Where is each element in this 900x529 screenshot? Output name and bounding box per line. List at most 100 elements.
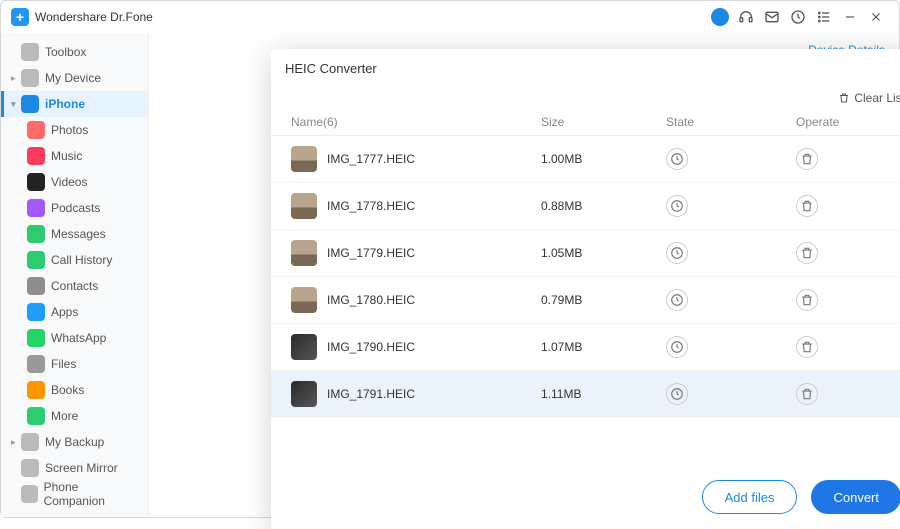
sidebar-item-iphone[interactable]: ▾ iPhone xyxy=(1,91,148,117)
sidebar-item-label: Files xyxy=(51,357,76,371)
chevron-icon: ▾ xyxy=(11,99,21,110)
sidebar-item-label: Photos xyxy=(51,123,88,137)
sidebar-item-whatsapp[interactable]: WhatsApp xyxy=(1,325,148,351)
clear-list-button[interactable]: Clear List xyxy=(838,91,900,105)
backup-icon xyxy=(21,433,39,451)
sidebar-item-label: More xyxy=(51,409,78,423)
clock-icon xyxy=(666,242,688,264)
sidebar-item-label: Books xyxy=(51,383,84,397)
titlebar: + Wondershare Dr.Fone xyxy=(1,1,899,33)
clock-icon xyxy=(666,383,688,405)
table-row[interactable]: IMG_1780.HEIC0.79MB xyxy=(271,277,900,324)
sidebar-item-books[interactable]: Books xyxy=(1,377,148,403)
sidebar-item-label: My Device xyxy=(45,71,101,85)
convert-button[interactable]: Convert xyxy=(811,480,900,514)
table-header: Name(6) Size State Operate xyxy=(271,109,900,136)
table-row[interactable]: IMG_1790.HEIC 1.07MB xyxy=(271,324,900,371)
home-icon xyxy=(21,43,39,61)
app-logo: + xyxy=(11,8,29,26)
delete-button[interactable] xyxy=(796,336,818,358)
messages-icon xyxy=(27,225,45,243)
col-state: State xyxy=(666,115,796,129)
sidebar-item-podcasts[interactable]: Podcasts xyxy=(1,195,148,221)
sidebar-item-files[interactable]: Files xyxy=(1,351,148,377)
sidebar: Toolbox ▸ My Device ▾ iPhone Photos Music Video… xyxy=(1,33,149,517)
clock-icon xyxy=(666,195,688,217)
contacts-icon xyxy=(27,277,45,295)
mirror-icon xyxy=(21,459,39,477)
sidebar-item-music[interactable]: Music xyxy=(1,143,148,169)
sidebar-item-more[interactable]: More xyxy=(1,403,148,429)
sidebar-item-label: Contacts xyxy=(51,279,98,293)
file-name: IMG_1791.HEIC xyxy=(327,387,415,401)
call-icon xyxy=(27,251,45,269)
add-files-button[interactable]: Add files xyxy=(702,480,798,514)
sidebar-item-label: Podcasts xyxy=(51,201,100,215)
sidebar-item-label: Phone Companion xyxy=(44,480,138,508)
sidebar-item-contacts[interactable]: Contacts xyxy=(1,273,148,299)
sidebar-item-toolbox[interactable]: Toolbox xyxy=(1,39,148,65)
clock-icon xyxy=(666,289,688,311)
file-name: IMG_1777.HEIC xyxy=(327,152,415,166)
sidebar-item-label: Apps xyxy=(51,305,78,319)
sidebar-item-label: Videos xyxy=(51,175,87,189)
podcasts-icon xyxy=(27,199,45,217)
file-size: 1.07MB xyxy=(541,340,666,354)
videos-icon xyxy=(27,173,45,191)
chevron-icon: ▸ xyxy=(11,437,21,448)
file-name: IMG_1780.HEIC xyxy=(327,293,415,307)
sidebar-item-label: iPhone xyxy=(45,97,85,111)
apps-icon xyxy=(27,303,45,321)
sidebar-item-label: Toolbox xyxy=(45,45,86,59)
sidebar-item-label: My Backup xyxy=(45,435,104,449)
device-icon xyxy=(21,69,39,87)
sidebar-item-call-history[interactable]: Call History xyxy=(1,247,148,273)
sidebar-item-label: Call History xyxy=(51,253,112,267)
more-icon xyxy=(27,407,45,425)
whatsapp-icon xyxy=(27,329,45,347)
delete-button[interactable] xyxy=(796,383,818,405)
sidebar-item-messages[interactable]: Messages xyxy=(1,221,148,247)
file-size: 1.05MB xyxy=(541,246,666,260)
list-icon[interactable] xyxy=(811,4,837,30)
sidebar-item-videos[interactable]: Videos xyxy=(1,169,148,195)
file-size: 1.00MB xyxy=(541,152,666,166)
account-icon[interactable] xyxy=(707,4,733,30)
files-icon xyxy=(27,355,45,373)
app-name: Wondershare Dr.Fone xyxy=(35,10,153,24)
delete-button[interactable] xyxy=(796,242,818,264)
mail-icon[interactable] xyxy=(759,4,785,30)
delete-button[interactable] xyxy=(796,289,818,311)
thumbnail xyxy=(291,193,317,219)
table-row[interactable]: IMG_1777.HEIC 1.00MB xyxy=(271,136,900,183)
thumbnail xyxy=(291,146,317,172)
sidebar-item-label: Messages xyxy=(51,227,106,241)
history-icon[interactable] xyxy=(785,4,811,30)
sidebar-item-screen-mirror[interactable]: Screen Mirror xyxy=(1,455,148,481)
file-name: IMG_1790.HEIC xyxy=(327,340,415,354)
sidebar-item-label: Music xyxy=(51,149,82,163)
table-row[interactable]: IMG_1778.HEIC0.88MB xyxy=(271,183,900,230)
close-window-button[interactable] xyxy=(863,4,889,30)
col-name: Name(6) xyxy=(291,115,541,129)
thumbnail xyxy=(291,287,317,313)
sidebar-item-my-backup[interactable]: ▸ My Backup xyxy=(1,429,148,455)
chevron-icon: ▸ xyxy=(11,73,21,84)
sidebar-item-photos[interactable]: Photos xyxy=(1,117,148,143)
music-icon xyxy=(27,147,45,165)
delete-button[interactable] xyxy=(796,195,818,217)
col-size: Size xyxy=(541,115,666,129)
sidebar-item-label: WhatsApp xyxy=(51,331,106,345)
table-row[interactable]: IMG_1791.HEIC1.11MB xyxy=(271,371,900,418)
modal-title: HEIC Converter xyxy=(285,61,377,76)
file-size: 0.88MB xyxy=(541,199,666,213)
sidebar-item-phone-companion[interactable]: Phone Companion xyxy=(1,481,148,507)
headset-icon[interactable] xyxy=(733,4,759,30)
thumbnail xyxy=(291,240,317,266)
table-row[interactable]: IMG_1779.HEIC1.05MB xyxy=(271,230,900,277)
sidebar-item-my-device[interactable]: ▸ My Device xyxy=(1,65,148,91)
iphone-icon xyxy=(21,95,39,113)
minimize-button[interactable] xyxy=(837,4,863,30)
sidebar-item-apps[interactable]: Apps xyxy=(1,299,148,325)
delete-button[interactable] xyxy=(796,148,818,170)
